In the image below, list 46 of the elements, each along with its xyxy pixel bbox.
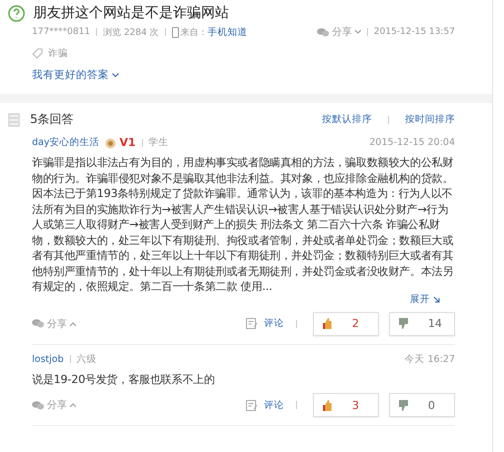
chat-bubbles-icon: [32, 400, 44, 410]
medal-icon: [105, 136, 116, 148]
diagonal-arrow-icon: [433, 296, 440, 302]
tag-icon: [32, 48, 43, 59]
like-button[interactable]: 2: [313, 312, 379, 336]
like-button[interactable]: 3: [313, 393, 379, 417]
question-date: 2015-12-15 13:57: [374, 27, 455, 37]
answer-date: 今天 16:27: [404, 352, 455, 366]
dislike-button[interactable]: 0: [389, 393, 455, 417]
sort-link[interactable]: 按时间排序: [405, 113, 455, 126]
list-icon: [8, 112, 20, 126]
comment-icon: [246, 318, 258, 329]
answerer-name[interactable]: day安心的生活: [32, 136, 100, 149]
phone-icon: [172, 26, 179, 38]
caret-icon: [70, 403, 76, 407]
question-title: 朋友拼这个网站是不是诈骗网站: [33, 4, 229, 22]
answerer-name[interactable]: lostjob: [32, 354, 64, 364]
answer-text: 说是19-20号发货，客服也联系不上的: [32, 372, 216, 387]
question-icon: [8, 4, 25, 22]
comment-link[interactable]: 评论: [264, 317, 284, 330]
caret-icon: [70, 322, 76, 326]
source-label: 来自：: [180, 28, 208, 38]
caret-icon: [354, 30, 361, 34]
better-answer-link[interactable]: 我有更好的答案: [32, 68, 109, 82]
thumbs-down-icon: [398, 400, 408, 410]
answer-text: 诈骗罪是指以非法占有为目的，用虚构事实或者隐瞒真相的方法，骗取数额较大的公私财物的行为。诈骗罪侵犯对象不是骗取其他非法利益。其对象，也应排除金融机构的贷款。因本法已于第193条特别规定了贷款诈骗罪。通常认为，该罪的基本构造为：行为人以不法所有为目的实施欺诈行为→被害人产生错误认识→被害人基于错误认识处分财产→行为人或第三人取得财产→被害人受到财产上的损失 刑法条文 第二百六十六条 诈骗公私财物，数额较大的，处三年以下有期徒刑、拘役或者管制，并处或者单处罚金；数额巨大或者有其他严重情节的，处三年以上十年以下有期徒刑，并处罚金；数额特别巨大或者有其他特别严重情节的，处十年以上有期徒刑或者无期徒刑，并处罚金或者没收财产。本法另有规定的，依照规定。第二百一十条第二款 使用...: [32, 155, 454, 294]
thumbs-down-icon: [398, 318, 408, 329]
answer-date: 2015-12-15 20:04: [369, 137, 455, 148]
expand-link[interactable]: 展开: [410, 292, 430, 306]
chat-bubbles-icon: [316, 28, 329, 36]
chevron-down-icon: [112, 72, 119, 78]
comment-link[interactable]: 评论: [264, 398, 284, 412]
level-label: V1: [119, 136, 136, 149]
answer-count: 5条回答: [30, 111, 74, 128]
view-count: 浏览 2284 次: [103, 26, 159, 38]
answerer-role: 学生: [148, 136, 169, 149]
source-link[interactable]: 手机知道: [208, 26, 248, 38]
question-tag[interactable]: 诈骗: [48, 47, 68, 60]
comment-icon: [246, 400, 258, 410]
thumbs-up-icon: [322, 400, 332, 410]
asker-name: 177****0811: [32, 27, 90, 37]
dislike-button[interactable]: 14: [389, 312, 455, 336]
sort-link[interactable]: 按默认排序: [322, 113, 372, 126]
chat-bubbles-icon: [32, 319, 44, 328]
answerer-role: 六级: [76, 352, 97, 366]
thumbs-up-icon: [322, 318, 332, 329]
